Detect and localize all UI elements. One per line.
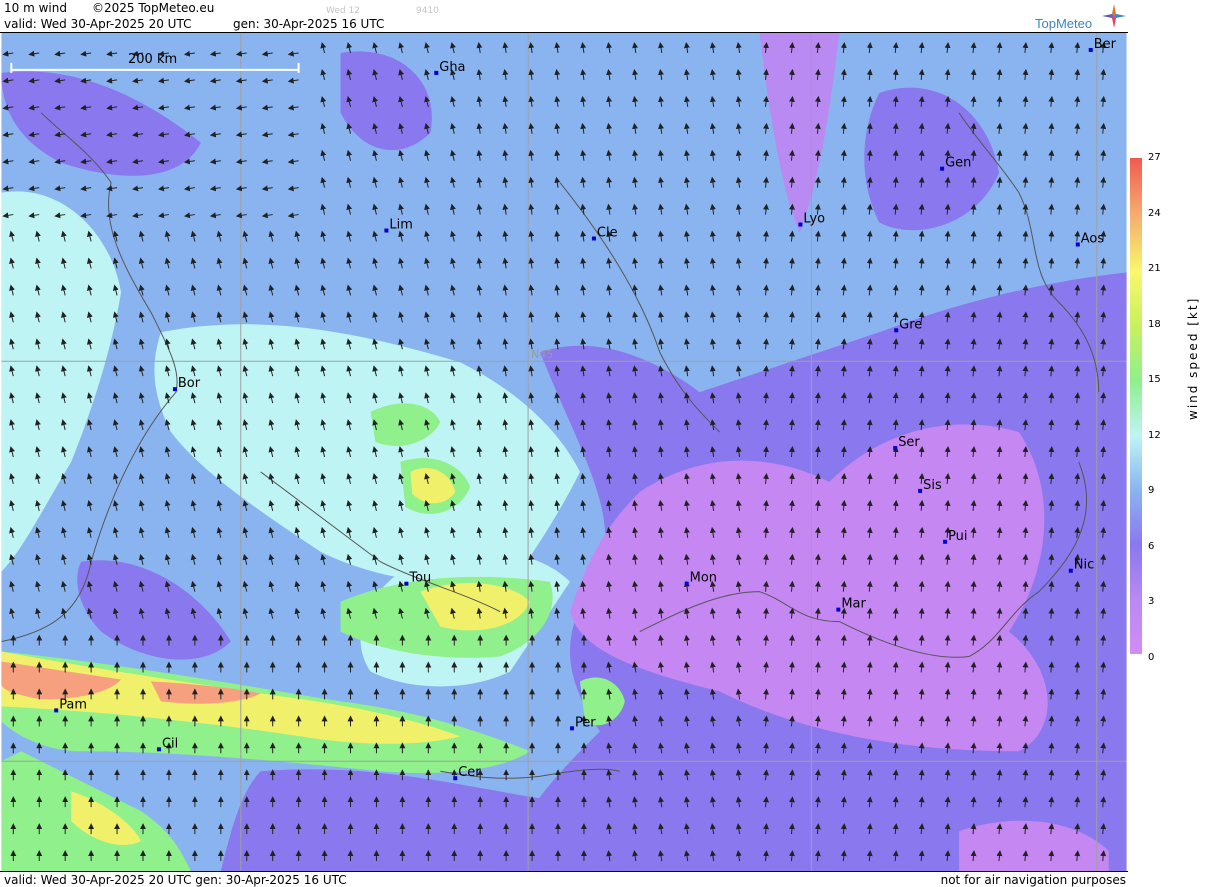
footer-valid: valid: Wed 30-Apr-2025 20 UTC gen: 30-Ap… (4, 873, 347, 887)
footer-disclaimer: not for air navigation purposes (940, 873, 1126, 887)
city-marker (1068, 568, 1073, 573)
meteo-map-page: 10 m wind ©2025 TopMeteo.eu Wed 12 9410 … (0, 0, 1219, 887)
city-label: Ser (898, 435, 920, 450)
city-label: Gre (899, 317, 922, 332)
colorbar-tick-label: 27 (1148, 152, 1161, 163)
city-marker (156, 747, 161, 752)
compass-logo-icon (1102, 4, 1126, 28)
city-label: Aos (1081, 232, 1105, 247)
city-label: Cer (458, 765, 481, 780)
city-marker (591, 236, 596, 241)
city-label: Lim (389, 218, 412, 233)
city-label: Sis (923, 478, 942, 493)
colorbar-tick-label: 21 (1148, 263, 1161, 274)
latitude-label: N45 (531, 348, 553, 361)
colorbar-tick-label: 0 (1148, 651, 1155, 663)
city-label: Cil (162, 736, 178, 751)
generated-time: gen: 30-Apr-2025 16 UTC (233, 17, 385, 31)
colorbar-tick-label: 6 (1148, 540, 1155, 552)
city-label: Tou (408, 571, 431, 586)
city-marker (384, 228, 389, 233)
brand-name: TopMeteo (1035, 16, 1093, 31)
city-label: Lyo (803, 212, 825, 227)
city-marker (434, 70, 439, 75)
product-title: 10 m wind (4, 1, 67, 15)
city-label: Bor (178, 376, 201, 391)
city-marker (894, 328, 899, 333)
colorbar-tick-label: 18 (1148, 318, 1161, 330)
city-marker (1088, 47, 1093, 52)
city-label: Pui (948, 529, 967, 544)
colorbar-tick-label: 3 (1148, 596, 1155, 607)
colorbar-tick-label: 12 (1148, 429, 1161, 441)
city-marker (918, 488, 923, 493)
city-label: Ber (1094, 37, 1117, 52)
city-marker (453, 776, 458, 781)
city-label: Nic (1074, 558, 1094, 573)
city-label: Cle (597, 226, 618, 241)
city-marker (684, 581, 689, 586)
city-marker (172, 387, 177, 392)
city-marker (798, 222, 803, 227)
scale-bar-label: 200 km (128, 52, 178, 67)
city-marker (943, 539, 948, 544)
colorbar-tick-label: 9 (1148, 485, 1155, 496)
city-label: Per (575, 715, 596, 730)
faint-code-label: 9410 (416, 6, 439, 16)
city-label: Pam (59, 697, 87, 712)
faint-day-label: Wed 12 (326, 6, 360, 16)
city-label: Mon (690, 571, 717, 586)
city-marker (54, 708, 59, 713)
copyright: ©2025 TopMeteo.eu (92, 1, 215, 15)
wind-speed-colorbar (1130, 158, 1142, 654)
city-label: Gha (439, 60, 465, 75)
city-label: Gen (945, 156, 971, 171)
city-marker (836, 607, 841, 612)
wind-map[interactable]: N45 Ber Gha Gen Lim Cle Lyo Aos Gre Bor Ser Sis Pui… (0, 32, 1128, 872)
city-marker (1075, 242, 1080, 247)
city-marker (404, 581, 409, 586)
valid-time: valid: Wed 30-Apr-2025 20 UTC (4, 17, 192, 31)
city-label: Mar (841, 597, 866, 612)
colorbar-tick-label: 24 (1148, 207, 1161, 219)
city-marker (569, 726, 574, 731)
colorbar-tick-label: 15 (1148, 374, 1161, 385)
colorbar-title: wind speed [kt] (1186, 296, 1200, 420)
city-marker (893, 446, 898, 451)
city-marker (940, 166, 945, 171)
